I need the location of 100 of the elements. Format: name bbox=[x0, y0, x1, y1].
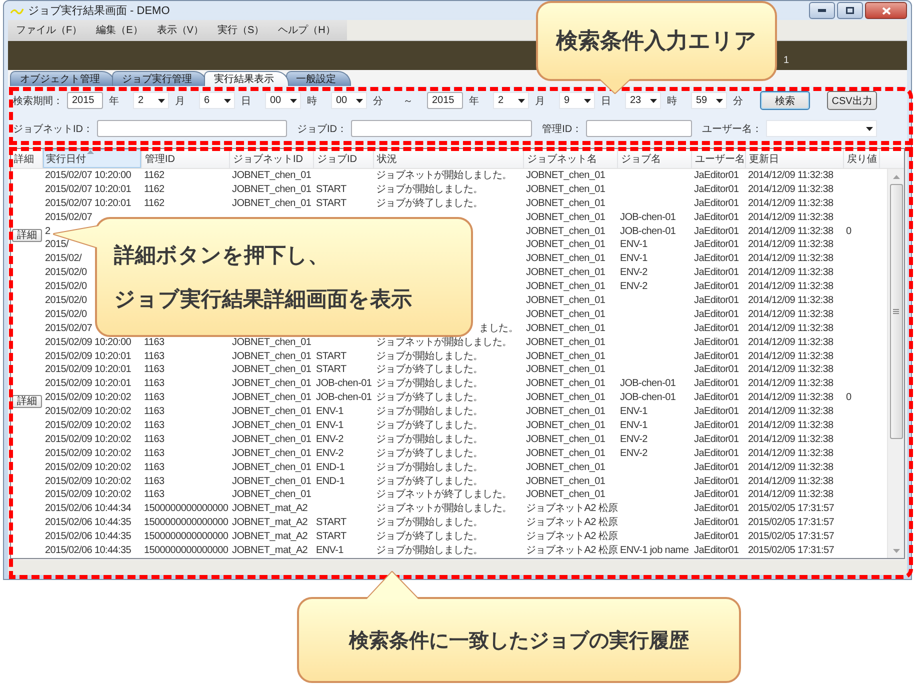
dropdown[interactable]: 00 bbox=[331, 92, 367, 109]
table-cell-text: 2014/12/09 11:32:38 bbox=[747, 391, 834, 406]
table-cell-text: JaEditor01 bbox=[693, 405, 739, 420]
input-field[interactable] bbox=[351, 120, 532, 137]
table-cell-text: 2014/12/09 11:32:38 bbox=[747, 377, 834, 392]
table-cell-text: 2015/02/09 10:20:00 bbox=[44, 336, 132, 350]
table-cell-text: JOBNET_chen_01 bbox=[525, 336, 606, 350]
table-cell-text: JOBNET_chen_01 bbox=[525, 363, 606, 378]
tab[interactable]: ジョブ実行管理 bbox=[112, 71, 207, 86]
table-cell-text: 2014/12/09 11:32:38 bbox=[747, 336, 834, 350]
table-cell-text: 2015/02/09 10:20:01 bbox=[44, 350, 132, 364]
maximize-button[interactable] bbox=[837, 2, 863, 19]
action-button[interactable]: CSV出力 bbox=[827, 91, 877, 110]
table-cell-text: ジョブが終了しました。 bbox=[375, 419, 483, 433]
table-cell-text: JOBNET_chen_01 bbox=[525, 446, 606, 461]
menu-item[interactable]: ヘルプ（H） bbox=[274, 23, 340, 37]
column-header[interactable]: 管理ID bbox=[142, 149, 230, 168]
column-header[interactable]: 状況 bbox=[374, 149, 524, 168]
menu-item[interactable]: 表示（V） bbox=[152, 23, 208, 37]
dropdown-arrow-icon bbox=[158, 98, 165, 102]
table-cell-text: JOBNET_mat_A2 bbox=[231, 530, 308, 544]
dropdown[interactable]: 2 bbox=[133, 92, 169, 109]
table-cell-text: JOBNET_chen_01 bbox=[525, 432, 606, 447]
dropdown[interactable]: 2 bbox=[493, 92, 529, 109]
table-cell-text: JaEditor01 bbox=[693, 252, 739, 266]
field-label: ジョブネットID： bbox=[13, 122, 93, 136]
column-header[interactable]: 実行日付 bbox=[43, 149, 142, 168]
scrollbar[interactable] bbox=[887, 169, 904, 558]
table-cell-text: JaEditor01 bbox=[693, 544, 739, 558]
table-cell-text: ENV-2 bbox=[619, 280, 648, 294]
input-field[interactable]: 2015 bbox=[67, 92, 103, 109]
callout-text: 詳細ボタンを押下し、 bbox=[114, 243, 329, 269]
menu-item[interactable]: 編集（E） bbox=[92, 23, 147, 37]
table-cell-text: JaEditor01 bbox=[693, 308, 739, 322]
table-cell-text: 2014/12/09 11:32:38 bbox=[747, 419, 834, 433]
table-cell-text: JaEditor01 bbox=[693, 363, 739, 378]
dropdown[interactable]: 6 bbox=[199, 92, 235, 109]
unit-label: 年 bbox=[109, 94, 119, 108]
table-cell-text: 1163 bbox=[143, 336, 164, 350]
input-field[interactable] bbox=[97, 120, 288, 137]
table-cell-text: 1500000000000000 bbox=[143, 544, 228, 558]
table-cell-text: JaEditor01 bbox=[693, 196, 739, 211]
column-header[interactable]: 戻り値 bbox=[844, 149, 880, 168]
minimize-button[interactable] bbox=[809, 2, 835, 19]
column-header[interactable]: ジョブID bbox=[314, 149, 374, 168]
field-label: 検索期間： bbox=[13, 94, 63, 108]
dropdown[interactable]: 23 bbox=[625, 92, 661, 109]
close-button[interactable] bbox=[865, 2, 907, 19]
table-cell-text: JOBNET_mat_A2 bbox=[231, 544, 308, 558]
menu-item[interactable]: 実行（S） bbox=[213, 23, 268, 37]
input-field[interactable]: 2015 bbox=[427, 92, 463, 109]
detail-button[interactable]: 詳細 bbox=[12, 395, 42, 408]
table-cell-text: JOBNET_chen_01 bbox=[525, 182, 606, 197]
table-cell-text: 2014/12/09 11:32:38 bbox=[747, 474, 834, 488]
dropdown-arrow-icon bbox=[866, 126, 873, 130]
column-header[interactable]: ユーザー名 bbox=[692, 149, 746, 168]
callout-text: 検索条件に一致したジョブの実行履歴 bbox=[349, 628, 689, 654]
unit-label: 日 bbox=[601, 94, 611, 108]
table-cell-text: ジョブネットA2 松原 bbox=[525, 516, 618, 530]
table-cell-text: START bbox=[315, 196, 346, 211]
menu-item[interactable]: ファイル（F） bbox=[12, 23, 86, 37]
tab[interactable]: オブジェクト管理 bbox=[10, 71, 115, 86]
dropdown-arrow-icon bbox=[356, 98, 363, 102]
table-cell-text: JaEditor01 bbox=[693, 266, 739, 280]
table-cell-text: 2015/02/06 10:44:35 bbox=[44, 530, 132, 544]
table-cell-text: ジョブが開始しました。 bbox=[375, 377, 483, 392]
table-cell-text: 2015/02/09 10:20:02 bbox=[44, 488, 132, 502]
table-cell-text: START bbox=[315, 350, 346, 364]
table-cell-text: JOBNET_chen_01 bbox=[525, 350, 606, 364]
dropdown[interactable]: 00 bbox=[265, 92, 301, 109]
dropdown[interactable] bbox=[766, 120, 877, 137]
table-cell-text: JaEditor01 bbox=[693, 474, 739, 488]
table-cell-text: 2015/02/0 bbox=[44, 308, 87, 322]
input-field[interactable] bbox=[586, 120, 692, 137]
column-header[interactable]: ジョブ名 bbox=[618, 149, 692, 168]
table-cell-text: JaEditor01 bbox=[693, 238, 739, 252]
column-header[interactable]: ジョブネットID bbox=[230, 149, 314, 168]
callout-text: ジョブ実行結果詳細画面を表示 bbox=[114, 286, 412, 313]
dropdown[interactable]: 59 bbox=[691, 92, 727, 109]
table-cell-text: JOBNET_chen_01 bbox=[525, 419, 606, 433]
table-cell-text: ENV-1 bbox=[619, 252, 648, 266]
table-cell-text: 2014/12/09 11:32:38 bbox=[747, 238, 834, 252]
column-header[interactable]: ジョブネット名 bbox=[524, 149, 618, 168]
scrollbar-thumb[interactable] bbox=[890, 184, 902, 439]
table-cell-text: 1162 bbox=[143, 182, 164, 197]
table-cell-text: 2015/02/09 10:20:01 bbox=[44, 363, 132, 378]
table-cell-text: JOBNET_chen_01 bbox=[525, 280, 606, 294]
dropdown[interactable]: 9 bbox=[559, 92, 595, 109]
table-cell-text: 2014/12/09 11:32:38 bbox=[747, 460, 834, 475]
tab[interactable]: 一般設定 bbox=[286, 71, 351, 86]
tab[interactable]: 実行結果表示 bbox=[204, 71, 289, 86]
detail-button[interactable]: 詳細 bbox=[12, 228, 42, 242]
action-button[interactable]: 検索 bbox=[760, 91, 810, 110]
table-cell-text: 2015/02/09 10:20:02 bbox=[44, 474, 132, 488]
unit-label: 分 bbox=[733, 94, 743, 108]
table-cell-text: 2015/02/06 10:44:35 bbox=[44, 516, 132, 530]
table-cell-text: ジョブが開始しました。 bbox=[375, 350, 483, 364]
dropdown-arrow-icon bbox=[224, 98, 231, 102]
table-cell-text: JaEditor01 bbox=[693, 530, 739, 544]
column-header[interactable]: 更新日 bbox=[746, 149, 844, 168]
